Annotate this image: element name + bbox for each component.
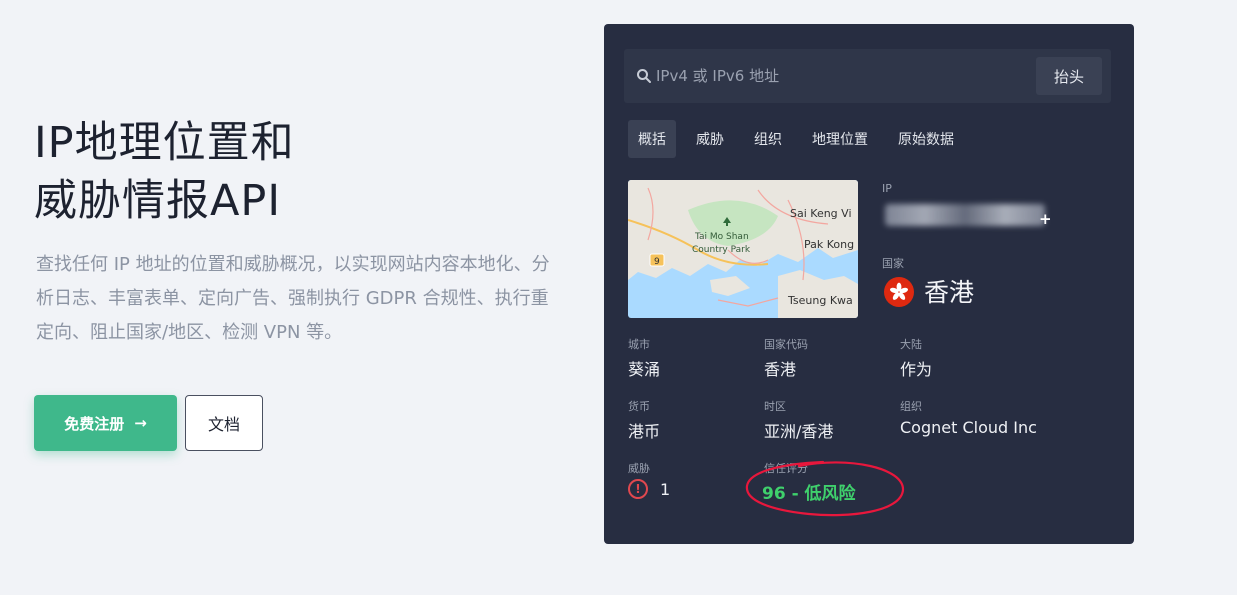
- city-value: 葵涌: [628, 360, 661, 379]
- country-code-label: 国家代码: [764, 338, 808, 351]
- timezone-label: 时区: [764, 400, 786, 413]
- organization-value: Cognet Cloud Inc: [900, 418, 1037, 437]
- page-title: IP地理位置和 威胁情报API: [34, 114, 295, 230]
- currency-value: 港币: [628, 422, 661, 441]
- lookup-button[interactable]: 抬头: [1036, 57, 1102, 95]
- map-label-tseung-kwa: Tseung Kwa: [787, 294, 853, 307]
- country-label: 国家: [882, 257, 904, 270]
- country-code-value: 香港: [764, 360, 797, 379]
- continent-value: 作为: [900, 360, 933, 379]
- trust-score-value: 96 - 低风险: [762, 484, 856, 504]
- signup-label: 免费注册: [64, 414, 125, 433]
- country-value: 香港: [924, 278, 975, 307]
- docs-button[interactable]: 文档: [185, 395, 263, 451]
- title-line-1: IP地理位置和: [34, 118, 295, 168]
- alert-icon: !: [628, 479, 648, 499]
- tab-raw-data[interactable]: 原始数据: [888, 120, 964, 158]
- hero-description: 查找任何 IP 地址的位置和威胁概况，以实现网站内容本地化、分析日志、丰富表单、…: [36, 254, 550, 343]
- currency-label: 货币: [628, 400, 650, 413]
- signup-button[interactable]: 免费注册 →: [34, 395, 177, 451]
- map-label-country-park: Country Park: [692, 245, 751, 255]
- tab-bar: 概括 威胁 组织 地理位置 原始数据: [628, 120, 974, 158]
- map-label-tai-mo-shan: Tai Mo Shan: [694, 232, 749, 242]
- location-map[interactable]: Sai Keng Vi Tai Mo Shan Country Park Pak…: [628, 180, 858, 318]
- threat-label: 威胁: [628, 462, 650, 475]
- tab-geolocation[interactable]: 地理位置: [802, 120, 878, 158]
- tab-summary[interactable]: 概括: [628, 120, 676, 158]
- search-icon: [637, 69, 651, 83]
- ip-address-blurred: [885, 204, 1045, 226]
- map-label-sai-keng: Sai Keng Vi: [790, 207, 852, 220]
- plus-icon[interactable]: +: [1039, 210, 1052, 228]
- city-label: 城市: [628, 338, 650, 351]
- map-road-marker: 9: [654, 257, 660, 267]
- ip-lookup-panel: 抬头 概括 威胁 组织 地理位置 原始数据 Sai Keng Vi Tai Mo…: [604, 24, 1134, 544]
- tab-threat[interactable]: 威胁: [686, 120, 734, 158]
- title-line-2: 威胁情报API: [34, 176, 282, 226]
- organization-label: 组织: [900, 400, 922, 413]
- arrow-right-icon: →: [134, 414, 147, 432]
- continent-label: 大陆: [900, 338, 922, 351]
- ip-label: IP: [882, 182, 892, 195]
- map-label-pak-kong: Pak Kong: [804, 238, 854, 251]
- tab-organization[interactable]: 组织: [744, 120, 792, 158]
- trust-score-label: 信任评分: [764, 462, 808, 475]
- map-image: Sai Keng Vi Tai Mo Shan Country Park Pak…: [628, 180, 858, 318]
- timezone-value: 亚洲/香港: [764, 422, 834, 441]
- ip-search-input[interactable]: [656, 49, 1036, 103]
- search-bar: 抬头: [624, 49, 1111, 103]
- threat-value: 1: [660, 480, 671, 499]
- hong-kong-flag-icon: [884, 277, 914, 307]
